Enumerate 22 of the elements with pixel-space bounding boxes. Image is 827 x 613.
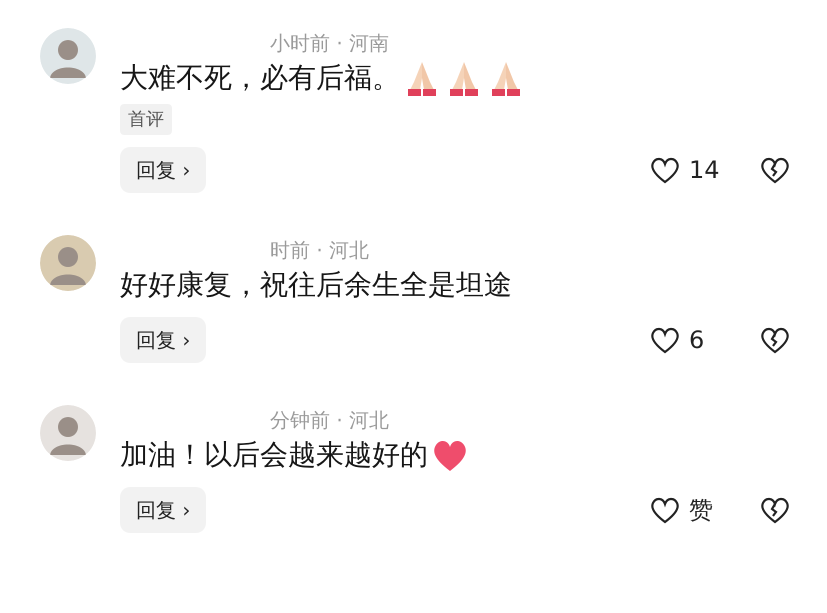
broken-heart-icon[interactable] [759,325,791,355]
comment-text: 好好康复，祝往后余生全是坦途 [120,267,512,303]
avatar [40,28,96,84]
broken-heart-icon[interactable] [759,155,791,185]
like-count: 赞 [689,495,713,526]
like-icon[interactable] [649,495,681,525]
like-count: 14 [689,155,720,186]
reply-button[interactable]: 回复 › [120,317,206,363]
avatar [40,405,96,461]
like-count: 6 [689,325,704,356]
broken-heart-icon[interactable] [759,495,791,525]
first-comment-tag: 首评 [120,104,172,135]
comment-meta: 分钟前 · 河北 [269,407,390,434]
comment-meta: 小时前 · 河南 [269,30,390,57]
reply-button[interactable]: 回复 › [120,147,206,193]
avatar [40,235,96,291]
like-icon[interactable] [649,325,681,355]
comment-text: 大难不死，必有后福。 [120,60,400,96]
comment-text: 加油！以后会越来越好的 [120,437,428,473]
comment-meta: 时前 · 河北 [269,237,370,264]
reply-button[interactable]: 回复 › [120,487,206,533]
like-icon[interactable] [649,155,681,185]
